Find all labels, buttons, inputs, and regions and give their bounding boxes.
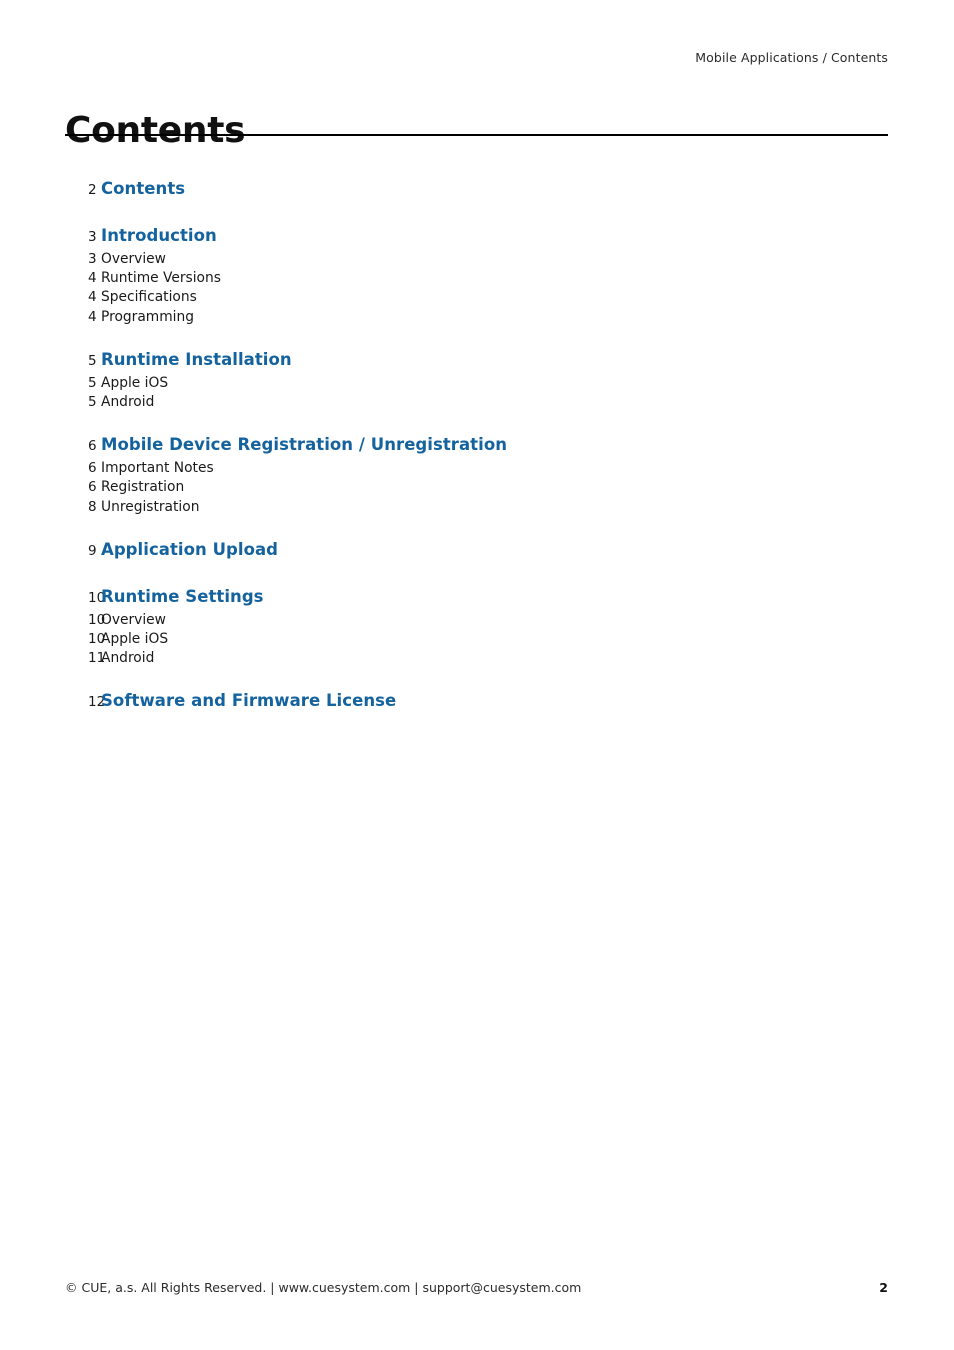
- toc-page-number: 4: [88, 308, 97, 325]
- toc-page-number: 2: [88, 182, 97, 198]
- toc-page-number: 4: [88, 289, 97, 306]
- footer-page-number: 2: [879, 1280, 888, 1295]
- toc-entry-row[interactable]: 3 Overview: [65, 250, 888, 269]
- toc-page-number: 3: [88, 251, 97, 267]
- toc-entry-row[interactable]: 10 Apple iOS: [65, 630, 888, 649]
- toc-entry-label: Registration: [101, 479, 185, 496]
- toc-entry-label: Software and Firmware License: [101, 691, 397, 711]
- toc-page-number: 10: [88, 631, 106, 648]
- toc-page-number: 6: [88, 479, 97, 496]
- toc-group: 12 Software and Firmware License: [65, 688, 888, 715]
- toc-entry-label: Important Notes: [101, 460, 214, 477]
- toc-heading-row[interactable]: 5 Runtime Installation: [65, 347, 888, 374]
- toc-heading-row[interactable]: 3 Introduction: [65, 223, 888, 250]
- toc-entry-label: Runtime Settings: [101, 586, 264, 606]
- footer-copyright: © CUE, a.s. All Rights Reserved. | www.c…: [65, 1280, 582, 1295]
- document-page: Mobile Applications / Contents Contents …: [0, 0, 954, 1350]
- toc-entry-row[interactable]: 6 Important Notes: [65, 459, 888, 478]
- toc-entry-label: Introduction: [101, 226, 217, 245]
- toc-group: 6 Mobile Device Registration / Unregistra…: [65, 432, 888, 517]
- toc-page-number: 10: [88, 589, 106, 606]
- toc-entry-label: Android: [101, 650, 155, 667]
- toc-entry-row[interactable]: 5 Apple iOS: [65, 374, 888, 393]
- toc-page-number: 11: [88, 650, 106, 667]
- toc-page-number: 6: [88, 438, 97, 455]
- title-divider: [65, 134, 888, 136]
- page-title: Contents: [65, 110, 246, 152]
- toc-heading-row[interactable]: 2 Contents: [65, 176, 888, 203]
- running-header: Mobile Applications / Contents: [695, 50, 888, 65]
- toc-page-number: 10: [88, 611, 106, 628]
- toc-entry-label: Apple iOS: [101, 631, 169, 648]
- toc-entry-label: Apple iOS: [101, 374, 169, 391]
- toc-entry-label: Specifications: [101, 289, 197, 306]
- toc-page-number: 12: [88, 694, 106, 711]
- toc-group: 5 Runtime Installation 5 Apple iOS 5 Android: [65, 347, 888, 412]
- toc-entry-label: Runtime Versions: [101, 270, 221, 287]
- toc-entry-label: Contents: [101, 179, 186, 198]
- toc-entry-row[interactable]: 10 Overview: [65, 611, 888, 630]
- toc-entry-label: Runtime Installation: [101, 349, 292, 369]
- toc-page-number: 5: [88, 374, 97, 391]
- toc-entry-row[interactable]: 4 Runtime Versions: [65, 269, 888, 288]
- toc-entry-row[interactable]: 4 Programming: [65, 308, 888, 327]
- toc-group: 3 Introduction 3 Overview 4 Runtime Versions 4…: [65, 223, 888, 327]
- toc-entry-row[interactable]: 11 Android: [65, 649, 888, 668]
- toc-page-number: 9: [88, 542, 97, 559]
- toc-entry-label: Android: [101, 394, 155, 411]
- toc-group: 9 Application Upload: [65, 537, 888, 564]
- toc-entry-label: Overview: [101, 611, 166, 628]
- toc-entry-label: Overview: [101, 251, 166, 267]
- toc-entry-label: Mobile Device Registration / Unregistrat…: [101, 435, 508, 455]
- toc-entry-label: Unregistration: [101, 498, 200, 515]
- toc-heading-row[interactable]: 6 Mobile Device Registration / Unregistra…: [65, 432, 888, 459]
- toc-group: 10 Runtime Settings 10 Overview 10 Apple iOS 1…: [65, 584, 888, 669]
- toc-entry-row[interactable]: 4 Specifications: [65, 288, 888, 307]
- table-of-contents: 2 Contents 3 Introduction 3 Overview 4 Runtime …: [65, 176, 888, 715]
- page-footer: © CUE, a.s. All Rights Reserved. | www.c…: [65, 1280, 888, 1295]
- toc-entry-label: Application Upload: [101, 539, 279, 559]
- toc-heading-row[interactable]: 9 Application Upload: [65, 537, 888, 564]
- toc-page-number: 6: [88, 460, 97, 477]
- toc-entry-label: Programming: [101, 308, 194, 325]
- toc-page-number: 8: [88, 498, 97, 515]
- toc-page-number: 3: [88, 229, 97, 245]
- toc-page-number: 5: [88, 394, 97, 411]
- toc-entry-row[interactable]: 5 Android: [65, 393, 888, 412]
- toc-heading-row[interactable]: 10 Runtime Settings: [65, 584, 888, 611]
- toc-page-number: 5: [88, 352, 97, 369]
- toc-page-number: 4: [88, 270, 97, 287]
- toc-heading-row[interactable]: 12 Software and Firmware License: [65, 688, 888, 715]
- toc-entry-row[interactable]: 8 Unregistration: [65, 498, 888, 517]
- toc-entry-row[interactable]: 6 Registration: [65, 478, 888, 497]
- toc-group: 2 Contents: [65, 176, 888, 203]
